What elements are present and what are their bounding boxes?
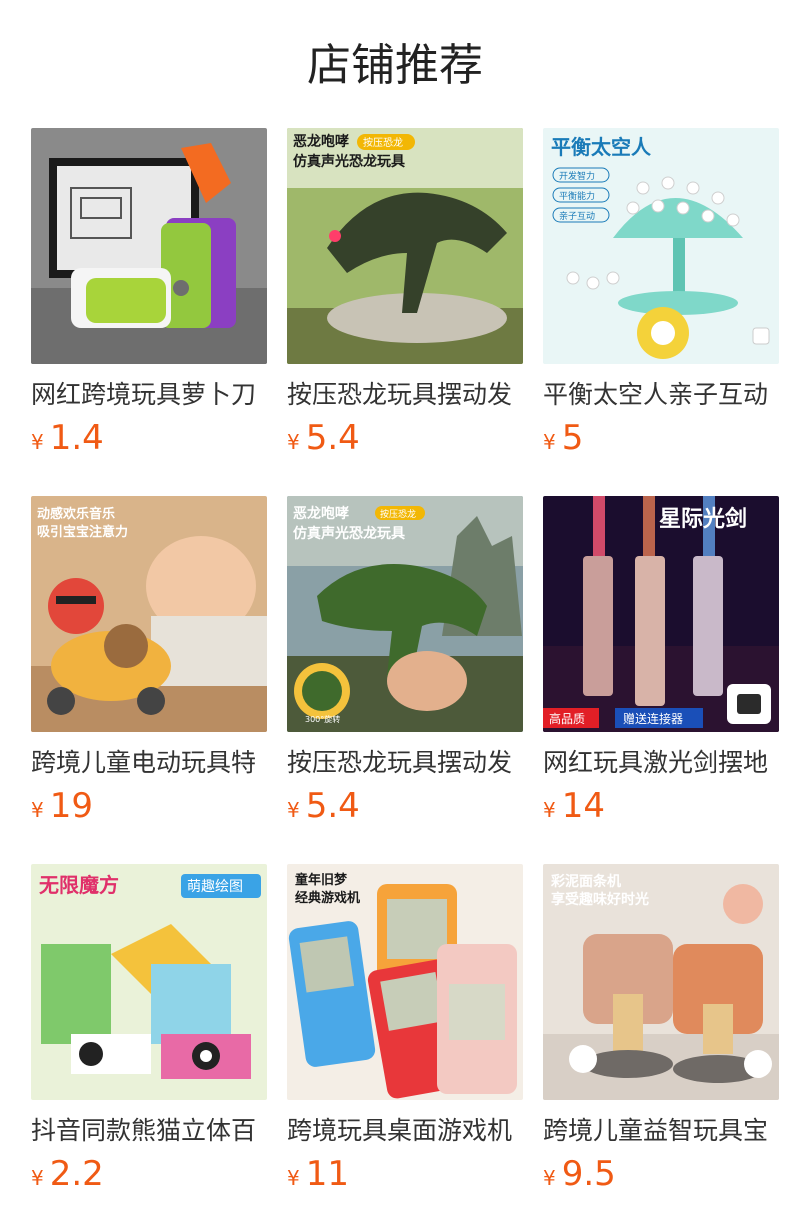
image-tag: 亲子互动 — [559, 210, 595, 222]
image-subheadline: 享受趣味好时光 — [551, 891, 649, 908]
image-tag: 按压恐龙 — [363, 136, 403, 149]
product-price: ¥9.5 — [543, 1154, 616, 1194]
product-name[interactable]: 平衡太空人亲子互动 — [543, 378, 779, 412]
image-headline: 彩泥面条机 — [550, 873, 621, 890]
image-tag: 萌趣绘图 — [187, 879, 243, 895]
image-headline: 平衡太空人 — [551, 135, 652, 159]
image-headline: 星际光剑 — [659, 506, 747, 532]
price-amount: 1.4 — [49, 418, 104, 458]
product-name[interactable]: 网红跨境玩具萝卜刀 — [31, 378, 267, 412]
product-card[interactable]: 恶龙咆哮 按压恐龙 仿真声光恐龙玩具 按压恐龙玩具摆动发 ¥5.4 — [287, 128, 523, 468]
currency-symbol: ¥ — [543, 1166, 556, 1190]
price-amount: 9.5 — [561, 1154, 616, 1194]
image-headline: 童年旧梦 — [295, 872, 348, 888]
currency-symbol: ¥ — [31, 1166, 44, 1190]
image-tag: 赠送连接器 — [623, 711, 683, 726]
carrot-knife-toy-image[interactable] — [31, 128, 267, 364]
balance-astronaut-toy-image[interactable]: 平衡太空人 开发智力 平衡能力 亲子互动 — [543, 128, 779, 364]
image-tag: 开发智力 — [559, 170, 595, 182]
dinosaur-press-toy-image[interactable]: 恶龙咆哮 按压恐龙 仿真声光恐龙玩具 300°旋转 — [287, 496, 523, 732]
product-name[interactable]: 抖音同款熊猫立体百 — [31, 1114, 267, 1148]
currency-symbol: ¥ — [31, 430, 44, 454]
product-price: ¥1.4 — [31, 418, 104, 458]
image-headline: 无限魔方 — [39, 873, 119, 897]
product-card[interactable]: 平衡太空人 开发智力 平衡能力 亲子互动 平衡太空人亲子互动 ¥ 5 — [543, 128, 779, 468]
image-tag: 平衡能力 — [559, 190, 595, 202]
product-price: ¥19 — [31, 786, 93, 826]
image-headline: 恶龙咆哮 — [293, 133, 349, 150]
currency-symbol: ¥ — [543, 798, 556, 822]
product-price: ¥2.2 — [31, 1154, 104, 1194]
product-name[interactable]: 跨境儿童益智玩具宝 — [543, 1114, 779, 1148]
currency-symbol: ¥ — [31, 798, 44, 822]
product-price: ¥11 — [287, 1154, 349, 1194]
price-amount: 5.4 — [305, 418, 360, 458]
currency-symbol: ¥ — [287, 798, 300, 822]
price-amount: 5 — [561, 418, 584, 458]
currency-symbol: ¥ — [287, 1166, 300, 1190]
currency-symbol: ¥ — [543, 430, 556, 454]
product-price: ¥5 — [543, 418, 583, 458]
image-subheadline: 仿真声光恐龙玩具 — [293, 153, 405, 170]
product-card[interactable]: 彩泥面条机 享受趣味好时光 跨境儿童益智玩具宝 ¥9.5 — [543, 864, 779, 1204]
price-amount: 2.2 — [49, 1154, 104, 1194]
image-subheadline: 经典游戏机 — [295, 890, 360, 906]
image-subheadline: 仿真声光恐龙玩具 — [293, 525, 405, 542]
currency-symbol: ¥ — [287, 430, 300, 454]
product-name[interactable]: 网红玩具激光剑摆地 — [543, 746, 779, 780]
product-card[interactable]: 无限魔方 萌趣绘图 抖音同款熊猫立体百 ¥2.2 — [31, 864, 267, 1204]
product-name[interactable]: 按压恐龙玩具摆动发 — [287, 746, 523, 780]
price-amount: 19 — [49, 786, 93, 826]
electric-scooter-toy-image[interactable]: 动感欢乐音乐 吸引宝宝注意力 — [31, 496, 267, 732]
image-tag: 高品质 — [549, 711, 585, 726]
image-headline: 恶龙咆哮 — [293, 505, 349, 522]
product-price: ¥5.4 — [287, 786, 360, 826]
dinosaur-toy-image[interactable]: 恶龙咆哮 按压恐龙 仿真声光恐龙玩具 — [287, 128, 523, 364]
product-price: ¥5.4 — [287, 418, 360, 458]
product-name[interactable]: 跨境玩具桌面游戏机 — [287, 1114, 523, 1148]
noodle-machine-toy-image[interactable]: 彩泥面条机 享受趣味好时光 — [543, 864, 779, 1100]
product-card[interactable]: 网红跨境玩具萝卜刀 ¥1.4 — [31, 128, 267, 468]
price-amount: 14 — [561, 786, 605, 826]
handheld-game-console-image[interactable]: 童年旧梦 经典游戏机 — [287, 864, 523, 1100]
image-tag: 按压恐龙 — [380, 508, 416, 520]
product-name[interactable]: 按压恐龙玩具摆动发 — [287, 378, 523, 412]
image-badge: 300°旋转 — [305, 714, 340, 724]
product-card[interactable]: 童年旧梦 经典游戏机 跨境玩具桌面游戏机 ¥11 — [287, 864, 523, 1204]
product-name[interactable]: 跨境儿童电动玩具特 — [31, 746, 267, 780]
price-amount: 11 — [305, 1154, 349, 1194]
light-saber-toy-image[interactable]: 高品质 赠送连接器 星际光剑 — [543, 496, 779, 732]
image-subheadline: 吸引宝宝注意力 — [37, 524, 128, 540]
panda-magic-cube-image[interactable]: 无限魔方 萌趣绘图 — [31, 864, 267, 1100]
product-price: ¥14 — [543, 786, 605, 826]
price-amount: 5.4 — [305, 786, 360, 826]
image-headline: 动感欢乐音乐 — [37, 506, 115, 522]
product-grid: 网红跨境玩具萝卜刀 ¥1.4 恶龙咆哮 按压恐龙 仿真声光恐龙玩具 按压恐龙玩具… — [0, 0, 790, 1232]
product-card[interactable]: 恶龙咆哮 按压恐龙 仿真声光恐龙玩具 300°旋转 按压恐龙玩具摆动发 ¥5.4 — [287, 496, 523, 836]
product-card[interactable]: 动感欢乐音乐 吸引宝宝注意力 跨境儿童电动玩具特 ¥19 — [31, 496, 267, 836]
product-card[interactable]: 高品质 赠送连接器 星际光剑 网红玩具激光剑摆地 ¥14 — [543, 496, 779, 836]
